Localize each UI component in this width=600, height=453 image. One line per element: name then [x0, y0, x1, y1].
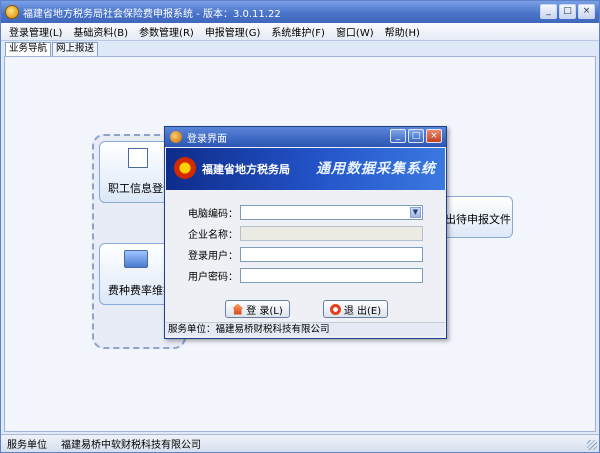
dialog-app-icon — [170, 131, 182, 143]
main-window: 福建省地方税务局社会保险费申报系统 - 版本：3.0.11.22 _ □ × 登… — [0, 0, 600, 453]
dialog-window-controls: _ □ × — [390, 129, 442, 143]
tab-online-submission[interactable]: 网上报送 — [52, 42, 99, 56]
menu-system-maintenance[interactable]: 系统维护(F) — [271, 24, 325, 39]
login-user-row: 登录用户： — [165, 247, 423, 262]
company-name-field — [240, 226, 423, 241]
company-name-label: 企业名称： — [188, 230, 238, 241]
computer-code-row: 电脑编码： ▼ — [165, 205, 423, 220]
status-bar: 服务单位 福建易桥中软财税科技有限公司 — [1, 434, 599, 452]
app-icon — [5, 5, 19, 19]
login-user-field[interactable] — [240, 247, 423, 262]
menu-window[interactable]: 窗口(W) — [336, 24, 374, 39]
menu-help[interactable]: 帮助(H) — [385, 24, 420, 39]
close-button[interactable]: × — [578, 4, 595, 19]
password-label: 用户密码： — [188, 272, 238, 283]
computer-code-label: 电脑编码： — [188, 209, 238, 220]
window-controls: _ □ × — [540, 4, 595, 19]
menu-base-data[interactable]: 基础资料(B) — [73, 24, 128, 39]
tab-strip: 业务导航 网上报送 — [5, 42, 99, 56]
title-bar[interactable]: 福建省地方税务局社会保险费申报系统 - 版本：3.0.11.22 _ □ × — [1, 1, 599, 23]
dialog-close-button[interactable]: × — [426, 129, 442, 143]
login-button[interactable]: 登 录(L) — [225, 300, 290, 318]
exit-icon — [329, 303, 341, 315]
status-label: 服务单位 — [7, 440, 47, 451]
password-row: 用户密码： — [165, 268, 423, 283]
status-value: 福建易桥中软财税科技有限公司 — [61, 440, 201, 451]
maximize-button[interactable]: □ — [559, 4, 576, 19]
company-name-row: 企业名称： — [165, 226, 423, 241]
menu-login-management[interactable]: 登录管理(L) — [9, 24, 62, 39]
monitor-icon — [124, 250, 148, 268]
tab-business-navigation[interactable]: 业务导航 — [5, 42, 52, 56]
dialog-minimize-button[interactable]: _ — [390, 129, 406, 143]
window-title: 福建省地方税务局社会保险费申报系统 - 版本：3.0.11.22 — [23, 8, 281, 20]
resize-grip-icon[interactable] — [587, 440, 597, 450]
password-field[interactable] — [240, 268, 423, 283]
export-declaration-card[interactable]: 出待申报文件 — [438, 196, 513, 238]
login-user-label: 登录用户： — [188, 251, 238, 262]
exit-button[interactable]: 退 出(E) — [323, 300, 388, 318]
banner-system-name: 通用数据采集系统 — [316, 161, 436, 177]
computer-code-combo[interactable]: ▼ — [240, 205, 423, 220]
login-button-label: 登 录(L) — [246, 305, 283, 317]
export-declaration-label: 出待申报文件 — [445, 213, 511, 226]
tax-emblem-icon — [174, 157, 196, 179]
exit-button-label: 退 出(E) — [343, 305, 382, 317]
minimize-button[interactable]: _ — [540, 4, 557, 19]
system-banner: 福建省地方税务局 通用数据采集系统 — [166, 148, 445, 190]
edit-note-icon — [128, 148, 148, 168]
menu-parameters[interactable]: 参数管理(R) — [139, 24, 194, 39]
chevron-down-icon[interactable]: ▼ — [410, 207, 421, 218]
menu-declaration[interactable]: 申报管理(G) — [205, 24, 261, 39]
dialog-maximize-button[interactable]: □ — [408, 129, 424, 143]
home-icon — [232, 303, 244, 315]
dialog-title-bar[interactable]: 登录界面 _ □ × — [165, 127, 446, 147]
dialog-title: 登录界面 — [187, 133, 227, 145]
menu-bar: 登录管理(L) 基础资料(B) 参数管理(R) 申报管理(G) 系统维护(F) … — [1, 23, 599, 41]
banner-organization: 福建省地方税务局 — [202, 163, 290, 176]
login-dialog: 登录界面 _ □ × 福建省地方税务局 通用数据采集系统 电脑编码： ▼ 企业名… — [164, 126, 447, 339]
dialog-footer: 服务单位：福建易桥财税科技有限公司 — [166, 322, 445, 336]
